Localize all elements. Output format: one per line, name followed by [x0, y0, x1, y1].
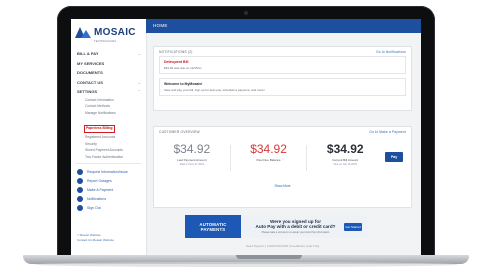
notification-title: Welcome to MyMosaic! — [164, 82, 203, 86]
quick-link-label: Request Information/Issue — [87, 169, 128, 174]
current-bill-due-date: Due on Jan 15 2025 — [333, 163, 357, 166]
bottom-footer-text: Need Support | 1-800-000-0000 | Feedback… — [245, 244, 320, 248]
logo-text: MOSAIC — [94, 27, 136, 38]
sidebar-item-label: My Services — [77, 60, 105, 66]
promo-headline-2: Auto Pay with a debit or credit card? — [255, 224, 336, 229]
payment-icon — [77, 186, 83, 193]
notifications-header: NOTIFICATIONS (2) Go to Notifications — [154, 47, 411, 56]
chevron-down-icon: ⌄ — [137, 51, 141, 57]
laptop-lid: MOSAIC TECHNOLOGIES Bill & Pay ⌄ My Serv… — [57, 6, 435, 257]
laptop-notch — [236, 255, 302, 259]
quick-link-sign-out[interactable]: Sign Out — [71, 203, 146, 212]
notification-text: $34.92 was due on 12/15/xx — [164, 66, 202, 70]
sidebar-item-bill-pay[interactable]: Bill & Pay ⌄ — [71, 49, 146, 59]
last-payment-amount: $34.92 — [173, 142, 211, 156]
sidebar-item-label: Settings — [77, 89, 98, 95]
chevron-up-icon: ⌃ — [137, 89, 141, 95]
past-due-amount: $34.92 — [250, 142, 287, 156]
current-bill-label: Current Bill Amount — [332, 158, 359, 162]
notifications-card: NOTIFICATIONS (2) Go to Notifications De… — [153, 46, 412, 111]
notification-item[interactable]: Welcome to MyMosaic! View and pay your b… — [159, 78, 406, 96]
customer-overview-card: CUSTOMER OVERVIEW Go to Make a Payment $… — [153, 126, 412, 208]
balance-divider — [306, 145, 308, 171]
notification-item[interactable]: Delinquent Bill $34.92 was due on 12/15/… — [159, 56, 406, 74]
webcam — [244, 11, 248, 15]
promo-message: Were you signed up for Auto Pay with a d… — [241, 219, 344, 234]
notifications-title: NOTIFICATIONS (2) — [159, 49, 193, 54]
footer-link-contact[interactable]: Contact Us Mosaic Website — [77, 238, 114, 243]
last-payment-date: Paid on Nov 27 2024 — [179, 163, 204, 166]
sidebar-nav: Bill & Pay ⌄ My Services Documents Conta… — [71, 49, 146, 212]
overview-title: CUSTOMER OVERVIEW — [159, 129, 200, 134]
info-icon — [77, 168, 83, 175]
promo-get-started-button[interactable]: Get Started — [344, 222, 362, 231]
logo[interactable]: MOSAIC TECHNOLOGIES — [71, 19, 146, 46]
top-bar: HOME — [146, 19, 421, 33]
past-due-label: Past Due Balance — [256, 158, 281, 162]
promo-badge-line2: PAYMENTS — [200, 226, 226, 232]
sidebar-item-label: Bill & Pay — [77, 51, 99, 57]
settings-item-two-factor-authentication[interactable]: Two-Factor Authentication — [71, 154, 146, 161]
last-payment-label: Last Payment Amount — [177, 158, 207, 162]
pay-button[interactable]: Pay — [385, 152, 404, 162]
alert-icon — [77, 177, 83, 184]
mountain-logo-icon — [75, 27, 91, 38]
logo-tagline: TECHNOLOGIES — [94, 40, 117, 43]
show-more-link[interactable]: Show More — [154, 184, 411, 188]
last-payment-block: $34.92 Last Payment Amount Paid on Nov 2… — [162, 142, 222, 166]
notification-text: View and pay your bill, sign up for auto… — [164, 88, 265, 92]
page-title: HOME — [153, 23, 168, 28]
sidebar-item-label: Contact Us — [77, 79, 103, 85]
quick-link-label: Notifications — [87, 196, 107, 201]
balance-divider — [229, 145, 231, 171]
go-to-notifications-link[interactable]: Go to Notifications — [376, 50, 406, 54]
current-bill-amount: $34.92 — [326, 142, 364, 156]
sidebar-footer: < Mosaic Website Contact Us Mosaic Websi… — [77, 233, 114, 243]
sidebar-divider — [76, 163, 141, 164]
past-due-block: $34.92 Past Due Balance — [239, 142, 299, 162]
sign-out-icon — [77, 204, 83, 211]
sidebar-item-documents[interactable]: Documents — [71, 68, 146, 78]
quick-link-label: Make A Payment — [87, 187, 114, 192]
make-payment-link[interactable]: Go to Make a Payment — [369, 130, 406, 134]
quick-link-label: Report Outages — [87, 178, 112, 183]
quick-link-label: Sign Out — [87, 205, 101, 210]
quick-link-report-outages[interactable]: Report Outages — [71, 176, 146, 185]
bell-icon — [77, 195, 83, 202]
settings-item-paperless-billing[interactable]: Paperless Billing — [84, 125, 115, 133]
balance-row: $34.92 Last Payment Amount Paid on Nov 2… — [154, 136, 411, 171]
sidebar-item-settings[interactable]: Settings ⌃ — [71, 87, 146, 97]
laptop-screen: MOSAIC TECHNOLOGIES Bill & Pay ⌄ My Serv… — [71, 19, 421, 257]
promo-subtext: Please take a minute to re-setup your Au… — [261, 231, 330, 234]
sidebar: MOSAIC TECHNOLOGIES Bill & Pay ⌄ My Serv… — [71, 19, 147, 257]
overview-header: CUSTOMER OVERVIEW Go to Make a Payment — [154, 127, 411, 136]
quick-link-notifications[interactable]: Notifications — [71, 194, 146, 203]
sidebar-item-label: Documents — [77, 70, 103, 76]
quick-link-request-information[interactable]: Request Information/Issue — [71, 167, 146, 176]
current-bill-block: $34.92 Current Bill Amount Due on Jan 15… — [315, 142, 375, 166]
settings-item-manage-notifications[interactable]: Manage Notifications — [71, 110, 146, 117]
promo-badge: AUTOMATIC PAYMENTS — [185, 215, 241, 238]
quick-link-make-payment[interactable]: Make A Payment — [71, 185, 146, 194]
laptop-shadow — [34, 262, 458, 267]
notification-title: Delinquent Bill — [164, 60, 189, 64]
sidebar-item-my-services[interactable]: My Services — [71, 59, 146, 69]
chevron-down-icon: ⌄ — [137, 79, 141, 85]
sidebar-item-contact-us[interactable]: Contact Us ⌄ — [71, 78, 146, 88]
autopay-promo-banner: AUTOMATIC PAYMENTS Were you signed up fo… — [185, 215, 367, 238]
